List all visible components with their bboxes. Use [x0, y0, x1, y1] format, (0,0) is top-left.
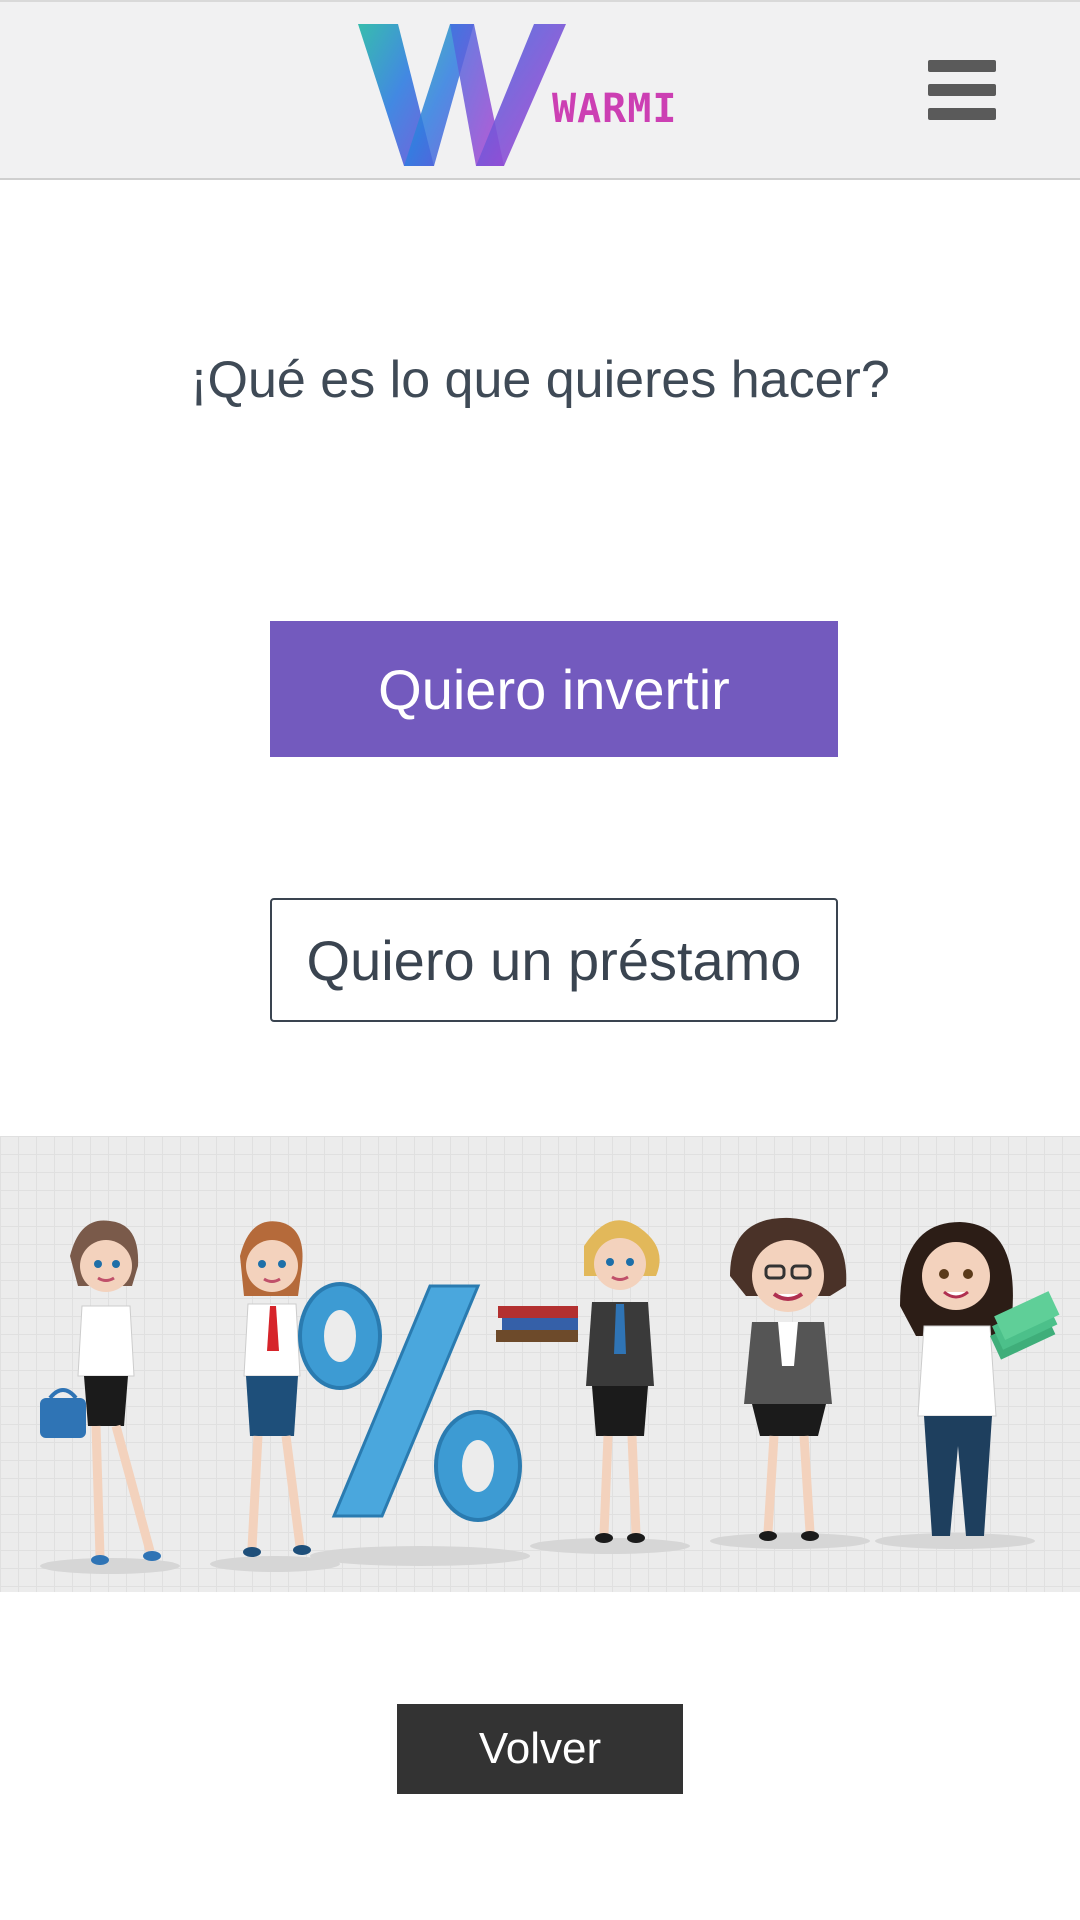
loan-button[interactable]: Quiero un préstamo: [270, 898, 838, 1022]
percent-sign-icon: [298, 1282, 522, 1522]
back-button[interactable]: Volver: [397, 1704, 683, 1794]
warmi-logo[interactable]: WARMI: [356, 20, 676, 170]
page-question: ¡Qué es lo que quieres hacer?: [190, 351, 890, 409]
businesswoman-glasses-icon: [730, 1217, 847, 1541]
invest-button[interactable]: Quiero invertir: [270, 621, 838, 757]
banner-illustration: [0, 1136, 1080, 1592]
menu-button[interactable]: [920, 54, 1004, 126]
hamburger-menu-icon: [928, 60, 996, 72]
businesswomen-illustration: [40, 1217, 1060, 1574]
app-header: WARMI: [0, 0, 1080, 180]
businesswoman-handbag-icon: [40, 1220, 161, 1565]
logo-text: WARMI: [552, 86, 678, 132]
businesswoman-tie-icon: [240, 1221, 311, 1557]
businesswoman-books-icon: [496, 1220, 660, 1543]
businesswoman-money-icon: [900, 1222, 1060, 1536]
